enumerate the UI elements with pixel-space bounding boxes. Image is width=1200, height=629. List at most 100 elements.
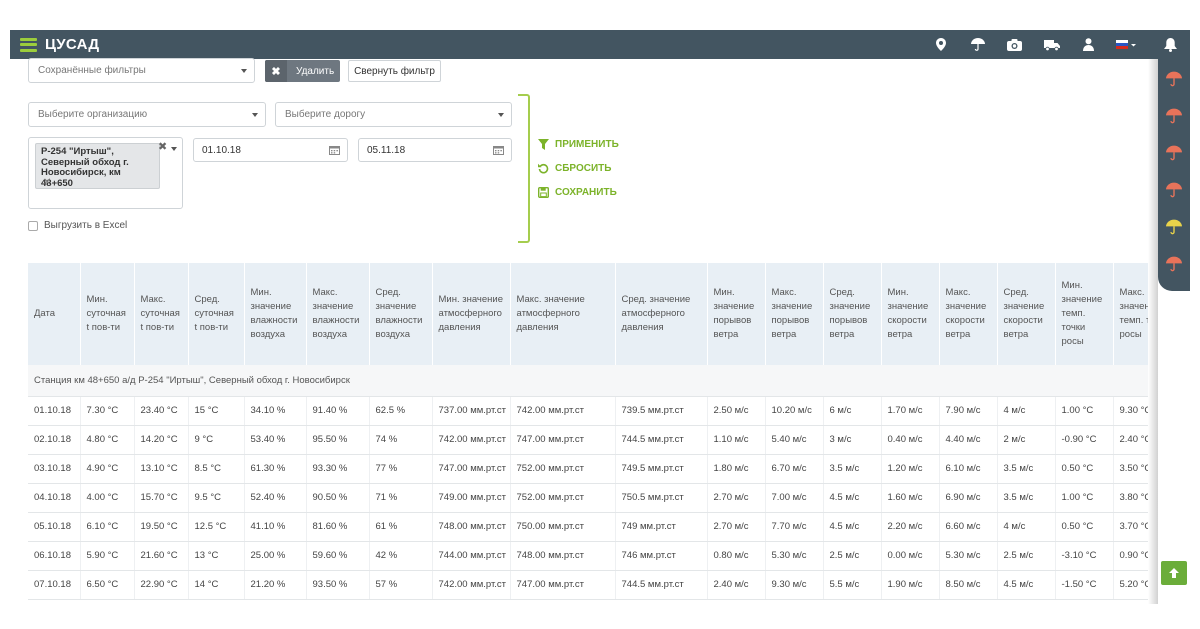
calendar-icon[interactable]	[329, 145, 340, 155]
remove-tag-icon[interactable]: ✕	[43, 177, 51, 188]
column-header[interactable]: Мин. значение порывов ветра	[707, 263, 766, 365]
actions-bracket	[518, 94, 530, 243]
table-cell: 1.80 м/с	[707, 454, 766, 484]
date-to-input[interactable]: 05.11.18	[358, 138, 512, 162]
umbrella-icon[interactable]	[959, 30, 996, 59]
table-cell: 71 %	[369, 483, 433, 513]
table-cell: 9.5 °C	[188, 483, 245, 513]
column-header[interactable]: Мин. значение скорости ветра	[881, 263, 940, 365]
apply-button[interactable]: ПРИМЕНИТЬ	[537, 138, 619, 150]
export-excel-checkbox[interactable]	[28, 220, 38, 231]
scroll-to-top-button[interactable]	[1161, 561, 1187, 585]
station-tag-label: Р-254 "Иртыш", Северный обход г. Новосиб…	[41, 146, 129, 189]
chevron-down-icon	[252, 113, 258, 117]
menu-burger-icon[interactable]	[20, 37, 37, 52]
organization-select[interactable]: Выберите организацию	[28, 102, 266, 127]
column-header[interactable]: Мин. значение атмосферного давления	[432, 263, 511, 365]
umbrella-yellow-icon[interactable]	[1166, 219, 1182, 235]
floppy-disk-icon	[537, 186, 549, 198]
umbrella-red-icon[interactable]	[1166, 256, 1182, 272]
user-icon[interactable]	[1070, 30, 1107, 59]
column-header[interactable]: Мин. значение темп. точки росы	[1055, 263, 1114, 365]
undo-icon	[537, 162, 549, 174]
export-excel-checkbox-row[interactable]: Выгрузить в Excel	[28, 220, 127, 231]
column-header[interactable]: Мин. значение влажности воздуха	[244, 263, 307, 365]
table-cell: 747.00 мм.рт.ст	[510, 570, 616, 600]
road-select[interactable]: Выберите дорогу	[275, 102, 512, 127]
table-cell: 746 мм.рт.ст	[615, 541, 708, 571]
column-header[interactable]: Макс. значение скорости ветра	[939, 263, 998, 365]
table-cell: 4 м/с	[997, 396, 1056, 426]
table-cell: 1.70 м/с	[881, 396, 940, 426]
column-header[interactable]: Сред. значение скорости ветра	[997, 263, 1056, 365]
table-cell: 7.70 м/с	[765, 512, 824, 542]
umbrella-red-icon[interactable]	[1166, 108, 1182, 124]
table-cell: 06.10.18	[28, 541, 81, 571]
table-cell: 4.90 °C	[80, 454, 135, 484]
column-header[interactable]: Макс. значение влажности воздуха	[306, 263, 370, 365]
save-button[interactable]: СОХРАНИТЬ	[537, 186, 617, 198]
table-cell: 01.10.18	[28, 396, 81, 426]
column-header[interactable]: Макс. суточная t пов-ти	[134, 263, 189, 365]
table-cell: 81.60 %	[306, 512, 370, 542]
column-header[interactable]: Сред. суточная t пов-ти	[188, 263, 245, 365]
camera-icon[interactable]	[996, 30, 1033, 59]
organization-placeholder: Выберите организацию	[38, 109, 148, 120]
column-header[interactable]: Сред. значение атмосферного давления	[615, 263, 708, 365]
delete-button[interactable]: ✖ Удалить	[265, 60, 340, 82]
date-from-input[interactable]: 01.10.18	[193, 138, 348, 162]
table-cell: 748.00 мм.рт.ст	[432, 512, 511, 542]
column-header[interactable]: Сред. значение влажности воздуха	[369, 263, 433, 365]
table-cell: 1.00 °C	[1055, 483, 1114, 513]
table-cell: 6.10 м/с	[939, 454, 998, 484]
road-placeholder: Выберите дорогу	[285, 109, 366, 120]
table-cell: 1.10 м/с	[707, 425, 766, 455]
table-row: 04.10.18 4.00 °C 15.70 °C 9.5 °C 52.40 % 90.5…	[28, 483, 1148, 513]
table-cell: 13.10 °C	[134, 454, 189, 484]
table-cell: 2.20 м/с	[881, 512, 940, 542]
column-header[interactable]: Макс. значение порывов ветра	[765, 263, 824, 365]
umbrella-red-icon[interactable]	[1166, 71, 1182, 87]
collapse-filter-button[interactable]: Свернуть фильтр	[348, 60, 441, 82]
column-header[interactable]: Макс. значение атмосферного давления	[510, 263, 616, 365]
station-multiselect[interactable]: Р-254 "Иртыш", Северный обход г. Новосиб…	[28, 137, 183, 209]
table-cell: 744.5 мм.рт.ст	[615, 570, 708, 600]
calendar-icon[interactable]	[493, 145, 504, 155]
top-navbar: ЦУСАД	[10, 30, 1190, 59]
table-cell: 41.10 %	[244, 512, 307, 542]
table-cell: 0.50 °C	[1055, 454, 1114, 484]
russian-flag-icon[interactable]	[1107, 30, 1144, 59]
table-cell: 2.40 °C	[1113, 425, 1148, 455]
table-cell: 5.30 м/с	[765, 541, 824, 571]
bell-icon[interactable]	[1150, 30, 1190, 59]
chevron-down-icon	[241, 69, 247, 73]
table-cell: 42 %	[369, 541, 433, 571]
table-cell: 744.5 мм.рт.ст	[615, 425, 708, 455]
table-cell: 5.40 м/с	[765, 425, 824, 455]
weather-data-table-wrapper[interactable]: Дата Мин. суточная t пов-ти Макс. суточная…	[28, 263, 1148, 604]
column-header[interactable]: Дата	[28, 263, 81, 365]
table-cell: 4.5 м/с	[823, 483, 882, 513]
umbrella-red-icon[interactable]	[1166, 145, 1182, 161]
table-cell: 4.40 м/с	[939, 425, 998, 455]
close-icon: ✖	[265, 60, 287, 82]
table-cell: -1.50 °C	[1055, 570, 1114, 600]
station-group-label: Станция км 48+650 а/д Р-254 "Иртыш", Сев…	[28, 365, 1148, 397]
table-cell: 747.00 мм.рт.ст	[510, 425, 616, 455]
save-label: СОХРАНИТЬ	[555, 186, 617, 198]
column-header[interactable]: Мин. суточная t пов-ти	[80, 263, 135, 365]
table-cell: 6 м/с	[823, 396, 882, 426]
saved-filters-select[interactable]: Сохранённые фильтры	[28, 58, 255, 83]
arrow-up-icon	[1169, 568, 1179, 578]
table-cell: 747.00 мм.рт.ст	[432, 454, 511, 484]
clear-selection-icon[interactable]: ✖	[158, 140, 167, 153]
column-header[interactable]: Макс. значение темп. точки росы	[1113, 263, 1148, 365]
reset-button[interactable]: СБРОСИТЬ	[537, 162, 611, 174]
umbrella-red-icon[interactable]	[1166, 182, 1182, 198]
table-cell: 737.00 мм.рт.ст	[432, 396, 511, 426]
table-cell: 7.30 °C	[80, 396, 135, 426]
truck-icon[interactable]	[1033, 30, 1070, 59]
table-cell: 57 %	[369, 570, 433, 600]
map-marker-icon[interactable]	[922, 30, 959, 59]
column-header[interactable]: Сред. значение порывов ветра	[823, 263, 882, 365]
